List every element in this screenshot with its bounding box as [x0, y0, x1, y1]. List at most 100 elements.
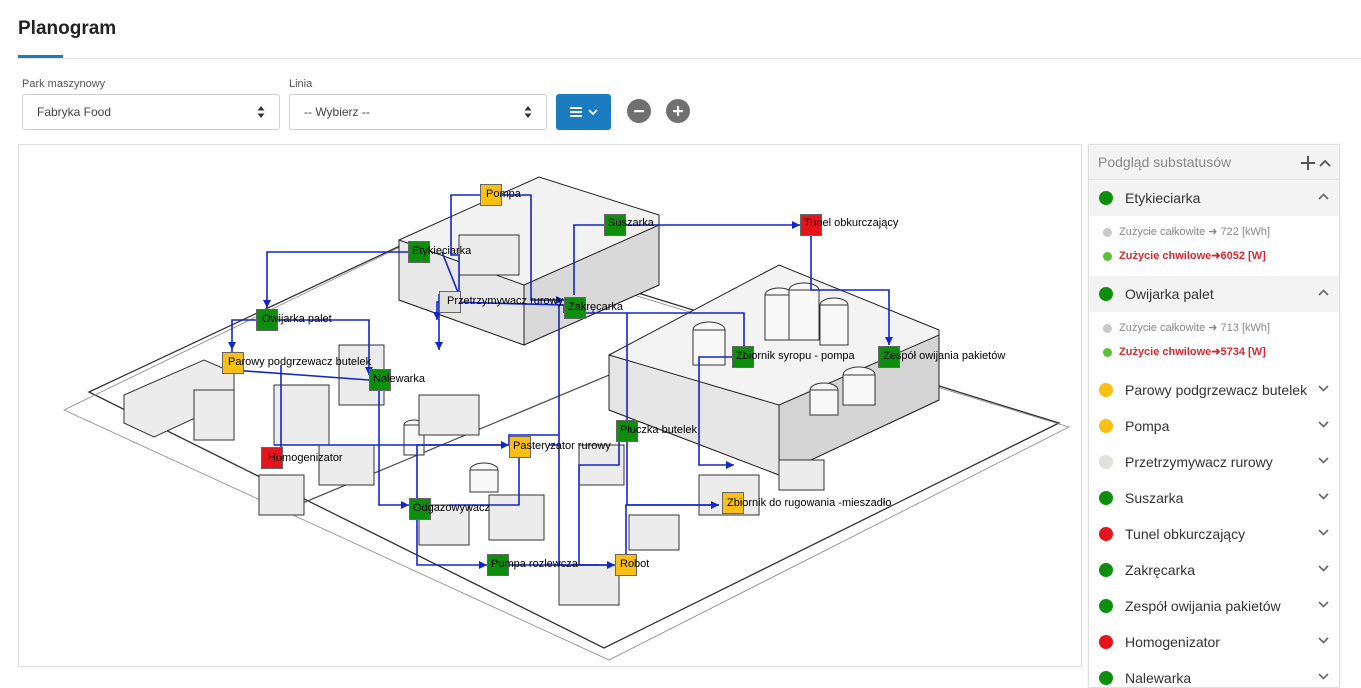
chevron-down-icon[interactable] — [1318, 529, 1329, 536]
substatus-name: Zakręcarka — [1125, 562, 1196, 578]
substatus-item-zespol-owijania-pakietow[interactable]: Zespół owijania pakietów — [1089, 588, 1339, 624]
total-usage: Zużycie całkowite ➜ 722 [kWh] — [1103, 220, 1339, 244]
chevron-down-icon[interactable] — [1318, 673, 1329, 680]
chevron-down-icon[interactable] — [1318, 421, 1329, 428]
zoom-out-button[interactable] — [627, 99, 651, 123]
arrow-right-icon: ➜ — [1211, 250, 1221, 262]
substatus-name: Homogenizator — [1125, 634, 1220, 650]
total-usage: Zużycie całkowite ➜ 713 [kWh] — [1103, 316, 1339, 340]
current-usage-label: Zużycie chwilowe — [1119, 250, 1212, 262]
substatus-item-tunel-obkurczajacy[interactable]: Tunel obkurczający — [1089, 516, 1339, 552]
arrow-right-icon: ➜ — [1208, 322, 1218, 334]
status-dot — [1099, 455, 1113, 469]
substatus-item-suszarka[interactable]: Suszarka — [1089, 480, 1339, 516]
substatus-item-etykieciarka[interactable]: Etykieciarka — [1089, 180, 1339, 216]
node-label: Etykieciarka — [412, 245, 472, 257]
chevron-down-icon — [587, 108, 598, 115]
current-usage: Zużycie chwilowe➜5734 [W] — [1103, 340, 1339, 364]
chevron-down-icon[interactable] — [1318, 385, 1329, 392]
planogram-canvas[interactable]: Pompa Suszarka Tunel obkurczający Etykie… — [18, 144, 1082, 667]
substatus-details: Zużycie całkowite ➜ 713 [kWh] Zużycie ch… — [1089, 312, 1339, 372]
park-label: Park maszynowy — [22, 78, 106, 90]
node-label: Zbiornik do rugowania -mieszadło — [727, 497, 892, 509]
substatus-name: Przetrzymywacz rurowy — [1125, 454, 1273, 470]
minus-icon — [634, 110, 644, 113]
total-usage-label: Zużycie całkowite — [1119, 322, 1206, 334]
substatus-item-nalewarka[interactable]: Nalewarka — [1089, 660, 1339, 687]
chevron-up-icon[interactable] — [1319, 159, 1331, 167]
substatus-name: Tunel obkurczający — [1125, 526, 1246, 542]
chevron-up-icon[interactable] — [1318, 193, 1329, 200]
view-menu-button[interactable] — [556, 94, 611, 130]
node-label: Pompa rozlewcza — [491, 558, 578, 570]
substatus-item-owijarka-palet[interactable]: Owijarka palet — [1089, 276, 1339, 312]
status-dot — [1099, 491, 1113, 505]
status-dot — [1099, 287, 1113, 301]
node-label: Robot — [620, 558, 650, 570]
status-dot — [1103, 348, 1112, 357]
substatus-item-homogenizator[interactable]: Homogenizator — [1089, 624, 1339, 660]
node-label: Suszarka — [608, 217, 654, 229]
node-label: Nalewarka — [373, 373, 425, 385]
substatus-name: Nalewarka — [1125, 670, 1192, 686]
zoom-in-button[interactable] — [666, 99, 690, 123]
node-label: Pompa — [486, 188, 521, 200]
line-select-value: -- Wybierz -- — [304, 105, 370, 119]
status-dot — [1099, 191, 1113, 205]
substatus-name: Owijarka palet — [1125, 286, 1214, 302]
plus-icon[interactable] — [1301, 156, 1315, 170]
substatus-item-parowy-podgrzewacz-butelek[interactable]: Parowy podgrzewacz butelek — [1089, 372, 1339, 408]
substatus-name: Zespół owijania pakietów — [1125, 598, 1281, 614]
status-dot — [1099, 419, 1113, 433]
factory-floor-illustration — [63, 176, 1071, 661]
sort-arrows-icon — [257, 106, 265, 118]
chevron-down-icon[interactable] — [1318, 565, 1329, 572]
chevron-up-icon[interactable] — [1318, 289, 1329, 296]
page-title: Planogram — [18, 18, 117, 39]
panel-title: Podgląd substatusów — [1098, 154, 1232, 170]
list-icon — [569, 107, 582, 117]
node-label: Owijarka palet — [262, 313, 332, 325]
status-dot — [1099, 599, 1113, 613]
chevron-down-icon[interactable] — [1318, 637, 1329, 644]
status-dot — [1099, 383, 1113, 397]
substatus-details: Zużycie całkowite ➜ 722 [kWh] Zużycie ch… — [1089, 216, 1339, 276]
substatus-item-przetrzymywacz-rurowy[interactable]: Przetrzymywacz rurowy — [1089, 444, 1339, 480]
total-usage-value: 713 [kWh] — [1220, 322, 1271, 334]
status-dot — [1099, 527, 1113, 541]
arrow-right-icon: ➜ — [1208, 226, 1218, 238]
panel-header: Podgląd substatusów — [1089, 145, 1339, 180]
header-divider — [18, 58, 1361, 59]
node-label: Zbiornik syropu - pompa — [736, 350, 855, 362]
chevron-down-icon[interactable] — [1318, 493, 1329, 500]
chevron-down-icon[interactable] — [1318, 601, 1329, 608]
status-dot — [1099, 563, 1113, 577]
substatus-panel: Podgląd substatusów Etykieciarka Zużycie… — [1088, 144, 1340, 688]
substatus-name: Pompa — [1125, 418, 1170, 434]
sort-arrows-icon — [524, 106, 532, 118]
substatus-name: Suszarka — [1125, 490, 1184, 506]
line-select[interactable]: -- Wybierz -- — [289, 94, 547, 130]
node-label: Homogenizator — [268, 452, 343, 464]
arrow-right-icon: ➜ — [1211, 346, 1221, 358]
substatus-name: Parowy podgrzewacz butelek — [1125, 382, 1308, 398]
status-dot — [1103, 228, 1112, 237]
substatus-item-pompa[interactable]: Pompa — [1089, 408, 1339, 444]
node-label: Zakręcarka — [568, 301, 624, 313]
node-label: Pasteryzator rurowy — [513, 440, 611, 452]
node-label: Przetrzymywacz rurowy — [447, 295, 564, 307]
status-dot — [1103, 252, 1112, 261]
current-usage-label: Zużycie chwilowe — [1119, 346, 1212, 358]
chevron-down-icon[interactable] — [1318, 457, 1329, 464]
node-label: Tunel obkurczający — [804, 217, 899, 229]
node-label: Odgazowywacz — [413, 502, 491, 514]
substatus-name: Etykieciarka — [1125, 190, 1201, 206]
plus-icon — [673, 106, 683, 116]
current-usage-value: 5734 [W] — [1220, 346, 1266, 358]
park-select-value: Fabryka Food — [37, 105, 112, 119]
status-dot — [1099, 671, 1113, 685]
current-usage-value: 6052 [W] — [1220, 250, 1266, 262]
current-usage: Zużycie chwilowe➜6052 [W] — [1103, 244, 1339, 268]
park-select[interactable]: Fabryka Food — [22, 94, 280, 130]
substatus-item-zakrecarka[interactable]: Zakręcarka — [1089, 552, 1339, 588]
